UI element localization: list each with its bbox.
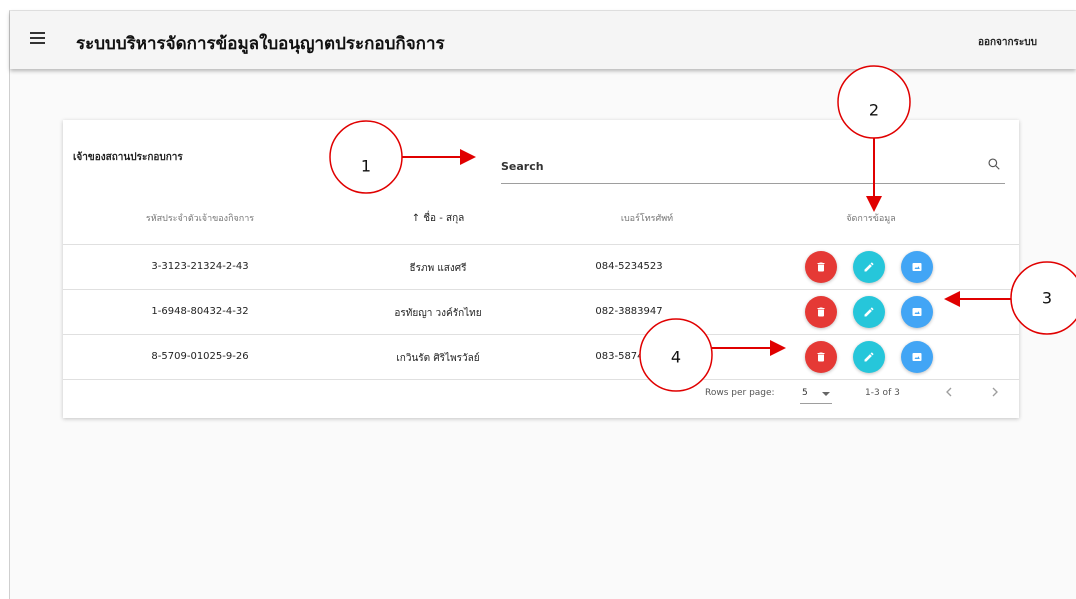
rows-per-page-label: Rows per page: [705, 388, 775, 398]
trash-icon [817, 262, 825, 272]
pencil-icon [864, 262, 874, 272]
header-owner-id[interactable]: รหัสประจำตัวเจ้าของกิจการ [146, 211, 254, 225]
annotation-number: 1 [360, 156, 372, 176]
cell-phone: 082-3883947 [595, 306, 663, 317]
annotation-number: 2 [868, 100, 880, 120]
cell-name: อรทัยญา วงค์รักไทย [394, 308, 482, 319]
row-actions [805, 296, 949, 328]
cell-name: ธีรภพ แสงศรี [409, 263, 467, 274]
delete-button[interactable] [805, 251, 837, 283]
header-phone[interactable]: เบอร์โทรศัพท์ [621, 211, 673, 225]
cell-name: เกวินรัต ศิริไพรวัลย์ [396, 353, 480, 364]
logout-button[interactable]: ออกจากระบบ [978, 35, 1037, 50]
edit-button[interactable] [853, 251, 885, 283]
rows-per-page-select[interactable]: 5 [800, 386, 832, 404]
table-pagination: Rows per page: 5 1-3 of 3 [63, 382, 1019, 412]
cell-phone: 083-5874443 [595, 351, 663, 362]
rows-per-page-value: 5 [802, 388, 808, 398]
owners-table-card: เจ้าของสถานประกอบการ รหัสประจำตัวเจ้าของ… [63, 120, 1019, 418]
table-row: 3-3123-21324-2-43 ธีรภพ แสงศรี 084-52345… [63, 245, 1019, 290]
view-details-button[interactable] [901, 251, 933, 283]
pencil-icon [864, 352, 874, 362]
table-header: รหัสประจำตัวเจ้าของกิจการ ↑ ชื่อ - สกุล … [63, 211, 1019, 245]
search-field [501, 152, 1005, 184]
annotation-number: 3 [1041, 288, 1053, 308]
image-edit-icon [912, 353, 922, 361]
cell-owner-id: 3-3123-21324-2-43 [151, 261, 249, 272]
edit-button[interactable] [853, 296, 885, 328]
header-manage: จัดการข้อมูล [846, 214, 896, 224]
header-name-label: ชื่อ - สกุล [423, 213, 465, 224]
dropdown-caret-icon [822, 392, 830, 396]
image-edit-icon [912, 308, 922, 316]
row-actions [805, 341, 949, 373]
trash-icon [817, 307, 825, 317]
page-range: 1-3 of 3 [865, 388, 900, 398]
sort-arrow-icon: ↑ [411, 213, 421, 224]
app-window: ระบบบริหารจัดการข้อมูลใบอนุญาตประกอบกิจก… [9, 10, 1076, 599]
app-bar: ระบบบริหารจัดการข้อมูลใบอนุญาตประกอบกิจก… [10, 11, 1076, 69]
app-title: ระบบบริหารจัดการข้อมูลใบอนุญาตประกอบกิจก… [76, 34, 445, 54]
row-actions [805, 251, 949, 283]
annotation-number: 4 [670, 347, 682, 367]
header-name[interactable]: ↑ ชื่อ - สกุล [412, 211, 465, 226]
search-input[interactable] [501, 152, 971, 180]
trash-icon [817, 352, 825, 362]
edit-button[interactable] [853, 341, 885, 373]
cell-phone: 084-5234523 [595, 261, 663, 272]
delete-button[interactable] [805, 341, 837, 373]
chevron-right-icon[interactable] [987, 384, 1003, 400]
table-row: 8-5709-01025-9-26 เกวินรัต ศิริไพรวัลย์ … [63, 335, 1019, 380]
cell-owner-id: 8-5709-01025-9-26 [151, 351, 249, 362]
view-details-button[interactable] [901, 341, 933, 373]
image-edit-icon [912, 263, 922, 271]
delete-button[interactable] [805, 296, 837, 328]
table-row: 1-6948-80432-4-32 อรทัยญา วงค์รักไทย 082… [63, 290, 1019, 335]
pencil-icon [864, 307, 874, 317]
menu-icon[interactable] [30, 32, 45, 44]
card-title: เจ้าของสถานประกอบการ [73, 152, 183, 163]
cell-owner-id: 1-6948-80432-4-32 [151, 306, 249, 317]
search-icon[interactable] [987, 157, 1001, 171]
view-details-button[interactable] [901, 296, 933, 328]
chevron-left-icon[interactable] [941, 384, 957, 400]
